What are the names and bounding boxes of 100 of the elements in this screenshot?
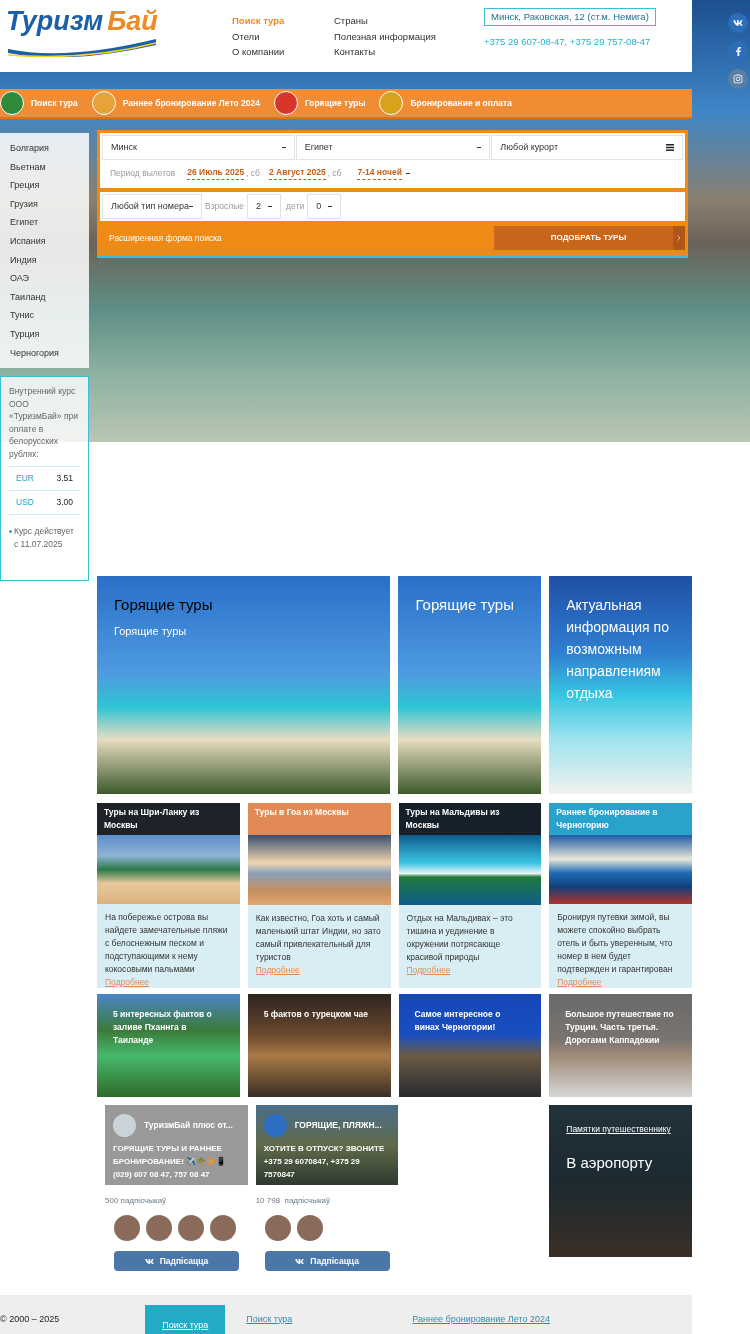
card-title: Актуальная информация по возможным направлениям отдыха [566,596,670,704]
country-link[interactable]: Греция [10,176,89,195]
country-link[interactable]: Черногория [10,343,89,363]
card-title: Туры на Мальдивы из Москвы [405,806,501,833]
caret-icon [268,206,273,207]
vk-icon [144,1256,154,1266]
nav-link[interactable]: Контакты [334,44,444,60]
card-title: В аэропорту [566,1152,654,1173]
country-link[interactable]: Вьетнам [10,157,89,177]
subscriber-count: 500 падпісчыкаў [105,1195,168,1208]
group-post: ГОРЯЩИЕ ТУРЫ И РАННЕЕ БРОНИРОВАНИЕ! ✈🌴🔆📱 (029) 607 08 47, 757 08 47 [113,1143,228,1182]
address-label: Минск, Раковская, 12 (ст.м. Немига) [484,8,656,26]
destination-select[interactable]: Египет [295,135,491,160]
nights-link[interactable]: 7-14 ночей [357,166,402,180]
bullet-icon [9,530,12,534]
article-card[interactable]: Самое интересное о винах Черногории! [398,994,542,1098]
member-avatar-icon [146,1215,172,1242]
tour-card[interactable]: Раннее бронирование в Черногорию Бронируя путевки зимой, вы можете спокойно выбрать отель и быть уверенным, что номер в нем будет подтвержден и гарантирован Подробнее [549,803,692,989]
nav-link[interactable]: Полезная информация [334,28,444,44]
card-text: На побережье острова вы найдете замечательные пляжи с белоснежным песком и подступающими к нему кокосовыми пальмами [104,911,229,977]
travel-tips-card[interactable]: Памятки путешественнику В аэропорту [549,1105,692,1258]
card-text: Как известно, Гоа хоть и самый маленький штат Индии, но зато самый привлекательный для туристов [254,912,382,965]
nav-link[interactable]: Отели [232,28,306,44]
departure-select[interactable]: Минск [102,135,295,160]
menu-icon [666,144,674,151]
country-link[interactable]: Испания [10,231,89,251]
member-avatar-icon [296,1215,323,1242]
subscribe-button[interactable]: Падпісацца [264,1251,390,1272]
country-link[interactable]: Болгария [10,139,89,158]
nav-link[interactable]: Страны [334,13,444,29]
article-title: 5 фактов о турецком чае [263,1008,370,1022]
feature-card[interactable]: Горящие туры [398,576,542,795]
rate-note: Курс действует с 11.07.2025 [14,525,75,551]
adults-select[interactable]: 2 [247,194,282,219]
country-link[interactable]: Индия [10,250,89,270]
tour-card[interactable]: Туры на Шри-Ланку из Москвы На побережье острова вы найдете замечательные пляжи с белоснежным песком и подступающими к нему кокосовыми пальмами Подробнее [97,803,240,989]
rate-value: 3.00 [56,496,73,509]
card-text: Отдых на Мальдивах – это тишина и уединение в окружении потрясающе красивой природы [405,912,514,965]
tour-card[interactable]: Туры на Мальдивы из Москвы Отдых на Мальдивах – это тишина и уединение в окружении потрясающе красивой природы Подробнее [398,803,542,989]
caret-icon [405,172,410,174]
member-avatar-icon [114,1215,140,1242]
period-label: Период вылетов [110,166,176,180]
subscribe-button[interactable]: Падпісацца [114,1251,239,1272]
member-avatar-icon [264,1215,291,1242]
children-label: дети [286,200,305,213]
caret-icon [281,147,286,148]
avatar-icon [113,1114,136,1138]
resort-select[interactable]: Любой курорт [491,135,683,160]
country-link[interactable]: Египет [10,213,89,232]
article-card[interactable]: 5 фактов о турецком чае [247,994,391,1098]
search-button[interactable]: ПОДОБРАТЬ ТУРЫ [494,226,685,250]
weekday-label: , сб [246,166,260,180]
article-title: Большое путешествие по Турции. Часть третья. Дорогами Каппадокии [565,1008,675,1048]
card-title: Раннее бронирование в Черногорию [556,806,659,833]
group-post: ХОТИТЕ В ОТПУСК? ЗВОНИТЕ +375 29 6070847, +375 29 7570847 [263,1143,386,1182]
country-link[interactable]: Турция [10,324,89,344]
card-title: Горящие туры [114,595,214,616]
article-title: Самое интересное о винах Черногории! [414,1008,502,1035]
member-avatar-icon [210,1215,236,1242]
date-to-link[interactable]: 2 Август 2025 [268,166,326,180]
group-name: ТуризмБай плюс от... [144,1119,233,1132]
card-title: Туры в Гоа из Москвы [254,806,350,820]
rate-description: Внутренний курс ООО «ТуризмБай» при оплате в белорусских рублях: [9,385,80,461]
logo-text: Бай [107,8,158,35]
group-name: ГОРЯЩИЕ, ПЛЯЖН... [294,1119,382,1132]
room-type-select[interactable]: Любой тип номера [102,194,202,219]
member-avatar-icon [178,1215,204,1242]
weekday-label: , сб [327,166,342,180]
rate-value: 3.51 [56,472,73,485]
avatar-icon [263,1114,287,1138]
children-select[interactable]: 0 [307,194,342,219]
country-link[interactable]: Таиланд [10,287,89,307]
caret-icon [189,206,193,207]
date-from-link[interactable]: 26 Июль 2025 [187,166,245,180]
tips-link[interactable]: Памятки путешественнику [566,1123,675,1136]
vk-icon [295,1256,305,1266]
country-link[interactable]: Тунис [10,306,89,325]
article-card[interactable]: Большое путешествие по Турции. Часть третья. Дорогами Каппадокии [549,994,692,1098]
article-card[interactable]: 5 интересных фактов о заливе Пханнга в Таиланде [97,994,240,1098]
tour-card[interactable]: Туры в Гоа из Москвы Как известно, Гоа хоть и самый маленький штат Индии, но зато самый привлекательный для туристов Подробнее [247,803,391,989]
caret-icon [328,206,333,207]
feature-card[interactable]: Горящие туры Горящие туры [97,576,391,795]
nav-link[interactable]: О компании [232,44,306,60]
card-title: Туры на Шри-Ланку из Москвы [104,806,201,833]
subscriber-count: 10 798 падпісчыкаў [255,1195,332,1208]
copyright-text: © 2000 – 2025 [0,1312,60,1326]
country-link[interactable]: Грузия [10,194,89,214]
currency-code: USD [16,496,34,509]
adults-label: Взрослые [205,200,245,213]
country-link[interactable]: ОАЭ [10,269,89,288]
article-title: 5 интересных фактов о заливе Пханнга в Таиланде [113,1008,213,1048]
currency-code: EUR [16,472,34,485]
chevron-icon [673,226,685,250]
card-title: Горящие туры [415,595,515,616]
card-text: Бронируя путевки зимой, вы можете спокойно выбрать отель и быть уверенным, что номер в нем будет подтвержден и гарантирован [556,911,674,977]
logo-text: Туризм [6,8,104,35]
card-subtitle: Горящие туры [114,623,188,639]
feature-card[interactable]: Актуальная информация по возможным направлениям отдыха [549,576,692,795]
caret-icon [477,147,482,148]
phone-numbers: +375 29 607-08-47, +375 29 757-08-47 [484,35,651,49]
